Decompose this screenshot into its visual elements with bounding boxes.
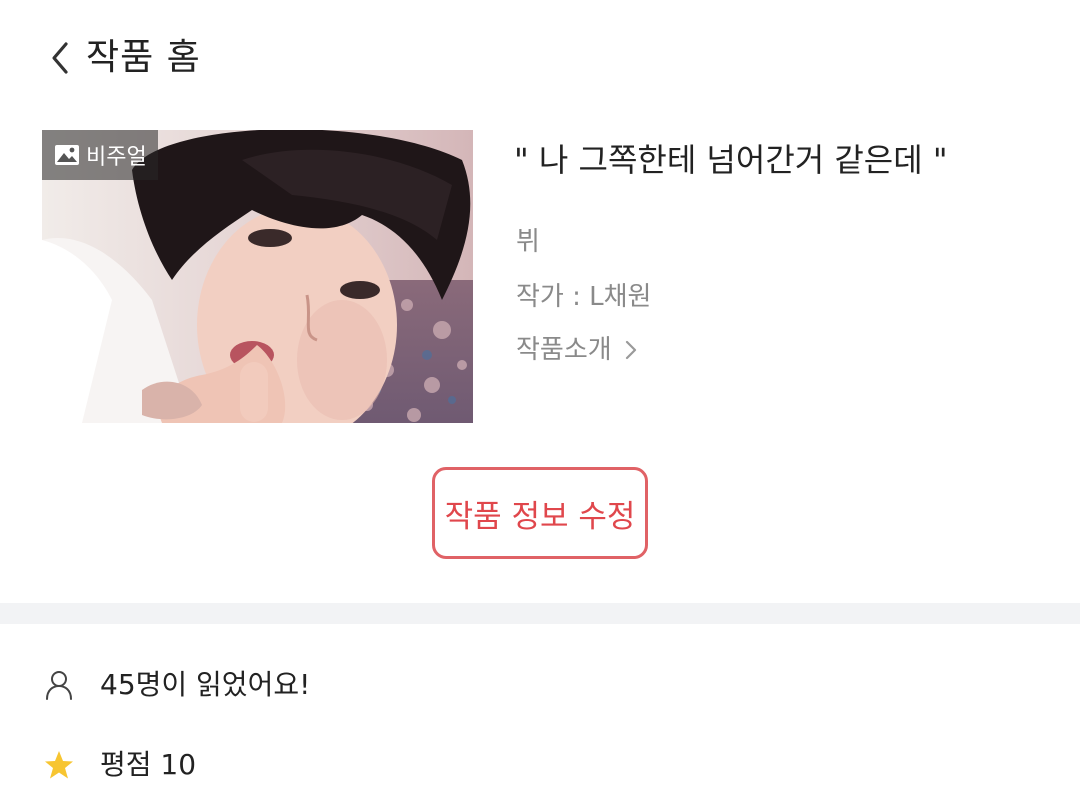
work-genre: 뷔 xyxy=(516,227,540,257)
star-icon xyxy=(45,751,73,779)
visual-badge-label: 비주얼 xyxy=(86,145,147,170)
chevron-right-icon xyxy=(625,340,636,360)
work-title: " 나 그쪽한테 넘어간거 같은데 " xyxy=(514,141,948,179)
section-divider xyxy=(0,603,1080,624)
edit-work-info-button[interactable]: 작품 정보 수정 xyxy=(432,467,648,559)
back-button[interactable] xyxy=(44,36,78,80)
chevron-left-icon xyxy=(52,42,68,74)
visual-badge: 비주얼 xyxy=(42,130,158,180)
user-icon xyxy=(46,671,72,700)
rating-text: 평점 10 xyxy=(100,748,197,781)
readers-text: 45명이 읽었어요! xyxy=(100,668,311,701)
page-title: 작품 홈 xyxy=(86,37,201,78)
work-intro-link[interactable]: 작품소개 xyxy=(516,330,640,370)
cover-image[interactable]: 비주얼 xyxy=(42,130,473,423)
image-icon xyxy=(55,145,79,165)
readers-stat: 45명이 읽었어요! xyxy=(44,663,310,707)
rating-stat: 평점 10 xyxy=(44,743,196,787)
work-intro-label: 작품소개 xyxy=(516,335,612,365)
work-author: 작가 : L채원 xyxy=(516,282,652,312)
app-header: 작품 홈 xyxy=(0,0,1080,120)
